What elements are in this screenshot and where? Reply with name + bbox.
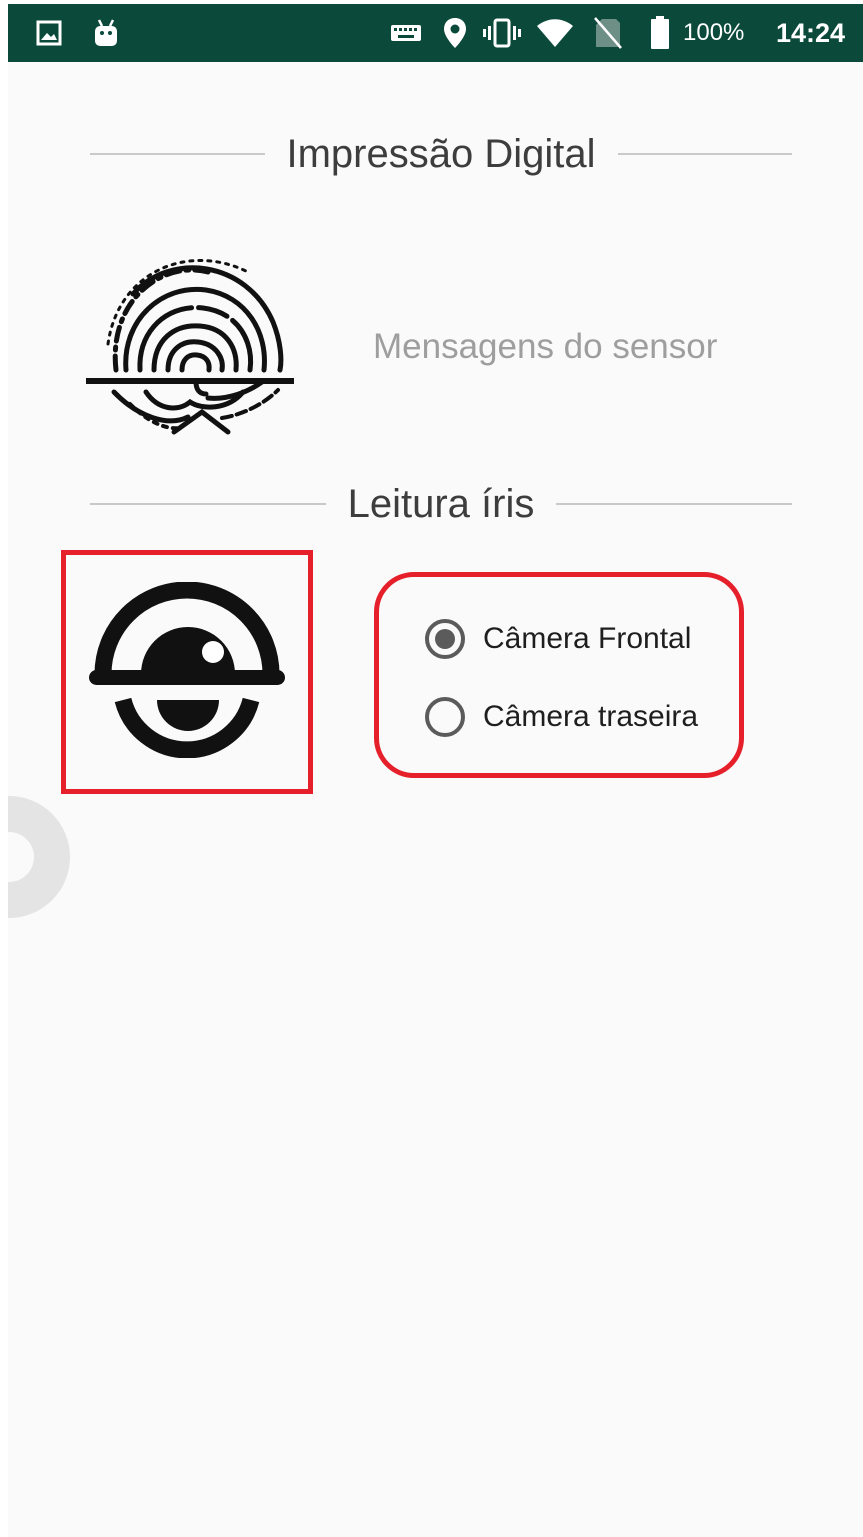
iris-scan-icon	[79, 581, 295, 763]
floating-assistive-handle[interactable]	[8, 796, 70, 918]
clock: 14:24	[776, 18, 846, 48]
radio-button-checked[interactable]	[425, 619, 465, 659]
radio-camera-frontal[interactable]: Câmera Frontal	[425, 619, 691, 659]
iris-section-header: Leitura íris	[90, 472, 792, 536]
vibrate-icon	[482, 4, 522, 62]
divider-left	[90, 503, 326, 505]
fingerprint-section-title: Impressão Digital	[286, 131, 596, 176]
wifi-icon	[536, 4, 574, 62]
radio-dot	[435, 629, 455, 649]
radio-label: Câmera Frontal	[483, 622, 692, 655]
fingerprint-icon[interactable]	[78, 242, 298, 452]
location-icon	[443, 4, 467, 62]
keyboard-icon	[390, 4, 422, 62]
divider-right	[556, 503, 792, 505]
floating-handle-center	[8, 832, 34, 882]
android-icon	[92, 4, 120, 62]
camera-selection-group: Câmera Frontal Câmera traseira	[374, 572, 744, 778]
divider-right	[617, 153, 793, 155]
iris-section-title: Leitura íris	[347, 481, 535, 526]
iris-scan-button[interactable]	[61, 550, 313, 794]
radio-button-unchecked[interactable]	[425, 697, 465, 737]
divider-left	[90, 153, 265, 155]
radio-camera-traseira[interactable]: Câmera traseira	[425, 697, 698, 737]
fingerprint-section-header: Impressão Digital	[90, 122, 793, 186]
battery-percentage: 100%	[683, 19, 745, 46]
status-bar: 100% 14:24	[8, 4, 863, 62]
sensor-message: Mensagens do sensor	[373, 327, 718, 366]
gallery-icon	[36, 4, 62, 62]
battery-icon	[650, 4, 670, 62]
radio-label: Câmera traseira	[483, 700, 699, 733]
no-sim-icon	[594, 4, 622, 62]
app-screen: 100% 14:24 Impressão Digital Mensagens d…	[8, 4, 863, 1537]
